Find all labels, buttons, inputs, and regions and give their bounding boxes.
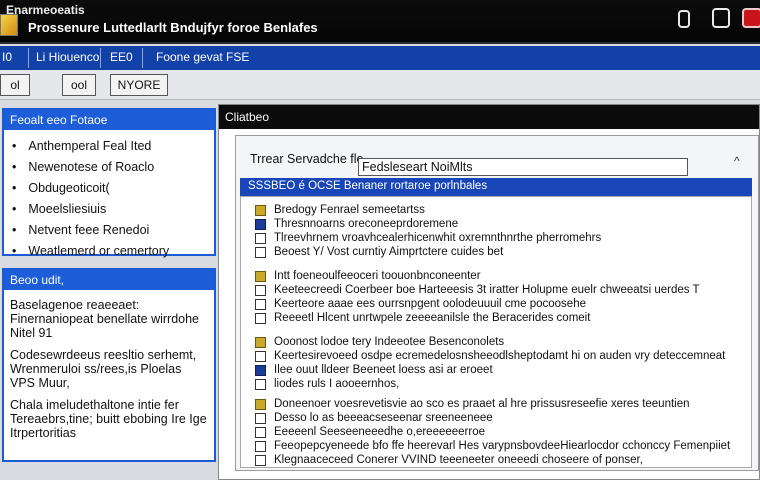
option-label: Eeeeenl Seeseeneeedhe o,ereeeeeerroe bbox=[274, 426, 486, 438]
service-input[interactable] bbox=[358, 158, 688, 176]
list-item: Weatlemerd or cemertory bbox=[12, 241, 206, 262]
notes-panel-title: Beoo udit, bbox=[4, 270, 214, 290]
menu-separator bbox=[142, 48, 143, 68]
group-header-label: Bredogy Fenrael semeetartss bbox=[274, 204, 425, 216]
list-item: Newenotese of Roaclo bbox=[12, 157, 206, 178]
folder-checkbox[interactable] bbox=[255, 270, 266, 282]
window-small-title: Enarmeoeatis bbox=[6, 3, 85, 17]
checkbox[interactable] bbox=[255, 312, 266, 324]
option-group: Ooonost lodoe tery Indeeotee Besenconole… bbox=[255, 335, 725, 391]
toolbar-button-1[interactable]: ol bbox=[0, 74, 30, 96]
option-label: Keeteecreedi Coerbeer boe Harteeesis 3t … bbox=[274, 284, 700, 296]
checkbox[interactable] bbox=[255, 454, 266, 466]
features-panel-title: Feoalt eeo Fotaoe bbox=[4, 110, 214, 130]
app-icon bbox=[0, 14, 18, 36]
note-paragraph: Chala imeludethaltone intie fer Tereaebr… bbox=[10, 398, 207, 440]
note-paragraph: Baselagenoe reaeeaet: Finernaniopeat ben… bbox=[10, 298, 200, 340]
option-group: Intt foeneoulfeeoceri toouonbnconeenter … bbox=[255, 269, 700, 325]
checkbox[interactable] bbox=[255, 232, 266, 244]
menu-item-1[interactable]: I0 bbox=[2, 50, 12, 64]
toolbar: ol ool NYORE bbox=[0, 70, 760, 100]
checkbox[interactable] bbox=[255, 298, 266, 310]
option-row[interactable]: Eeeeenl Seeseeneeedhe o,ereeeeeerroe bbox=[255, 425, 730, 439]
option-label: Keertesirevoeed osdpe ecremedelosnsheeod… bbox=[274, 350, 726, 362]
list-item: Moeelsliesiuis bbox=[12, 199, 206, 220]
option-row[interactable]: Keertesirevoeed osdpe ecremedelosnsheeod… bbox=[255, 349, 725, 363]
checkbox[interactable] bbox=[255, 284, 266, 296]
window-title: Prossenure Luttedlarlt Bndujfyr foroe Be… bbox=[28, 20, 318, 35]
checkbox[interactable] bbox=[255, 426, 266, 438]
settings-group: Trrear Servadche fle ^ SSSBEO é OCSE Ben… bbox=[235, 135, 759, 471]
minimize-button[interactable] bbox=[678, 10, 690, 28]
option-label: Feeopepcyeneede bfo ffe heerevarl Hes va… bbox=[274, 440, 731, 452]
features-panel: Feoalt eeo Fotaoe Anthemperal Feal Ited … bbox=[2, 108, 216, 258]
group-header[interactable]: Ooonost lodoe tery Indeeotee Besenconole… bbox=[255, 335, 725, 349]
option-label: Thresnnoarns oreconeeprdoremene bbox=[274, 218, 459, 230]
menu-item-4[interactable]: Foone gevat FSE bbox=[156, 50, 249, 64]
option-label: Keerteore aaae ees ourrsnpgent oolodeuuu… bbox=[274, 298, 586, 310]
option-label: Tlreevhrnem vroavhcealerhicenwhit oxremn… bbox=[274, 232, 602, 244]
checkbox[interactable] bbox=[255, 350, 266, 362]
checkbox[interactable] bbox=[255, 440, 266, 452]
list-item: Anthemperal Feal Ited bbox=[12, 136, 206, 157]
notes-panel: Beoo udit, Baselagenoe reaeeaet: Finerna… bbox=[2, 268, 216, 462]
group-header[interactable]: Intt foeneoulfeeoceri toouonbnconeenter bbox=[255, 269, 700, 283]
menu-separator bbox=[100, 48, 101, 68]
option-label: Beoest Y/ Vost curntiy Aimprtctere cuide… bbox=[274, 246, 504, 258]
checkbox[interactable] bbox=[255, 412, 266, 424]
option-row[interactable]: Keeteecreedi Coerbeer boe Harteeesis 3t … bbox=[255, 283, 700, 297]
checkbox[interactable] bbox=[255, 218, 266, 230]
option-group: Bredogy Fenrael semeetartss Thresnnoarns… bbox=[255, 203, 601, 259]
option-row[interactable]: Feeopepcyeneede bfo ffe heerevarl Hes va… bbox=[255, 439, 730, 453]
group-header[interactable]: Doneenoer voesrevetisvie ao sco es praae… bbox=[255, 397, 730, 411]
option-row[interactable]: Thresnnoarns oreconeeprdoremene bbox=[255, 217, 601, 231]
notes-body: Baselagenoe reaeeaet: Finernaniopeat ben… bbox=[4, 290, 214, 456]
toolbar-button-3[interactable]: NYORE bbox=[110, 74, 168, 96]
checkbox[interactable] bbox=[255, 246, 266, 258]
option-row[interactable]: Reeeetl Hlcent unrtwpele zeeeeanilsle th… bbox=[255, 311, 700, 325]
close-button[interactable] bbox=[742, 8, 760, 28]
caret-up-icon[interactable]: ^ bbox=[734, 154, 740, 168]
folder-checkbox[interactable] bbox=[255, 204, 266, 216]
checkbox[interactable] bbox=[255, 378, 266, 390]
group-header-label: Doneenoer voesrevetisvie ao sco es praae… bbox=[274, 398, 690, 410]
menu-item-3[interactable]: EE0 bbox=[110, 50, 133, 64]
option-label: Reeeetl Hlcent unrtwpele zeeeeanilsle th… bbox=[274, 312, 591, 324]
option-row[interactable]: Keerteore aaae ees ourrsnpgent oolodeuuu… bbox=[255, 297, 700, 311]
list-item: Netvent feee Renedoi bbox=[12, 220, 206, 241]
toolbar-button-2[interactable]: ool bbox=[62, 74, 96, 96]
features-list: Anthemperal Feal Ited Newenotese of Roac… bbox=[4, 130, 214, 268]
folder-checkbox[interactable] bbox=[255, 398, 266, 410]
option-row[interactable]: liodes ruls I aooeernhos, bbox=[255, 377, 725, 391]
option-row[interactable]: Tlreevhrnem vroavhcealerhicenwhit oxremn… bbox=[255, 231, 601, 245]
option-label: liodes ruls I aooeernhos, bbox=[274, 378, 400, 390]
option-row[interactable]: Beoest Y/ Vost curntiy Aimprtctere cuide… bbox=[255, 245, 601, 259]
menu-item-2[interactable]: Li Hiouenco bbox=[36, 50, 99, 64]
main-panel-title: Cliatbeo bbox=[219, 105, 759, 129]
options-list: Bredogy Fenrael semeetartss Thresnnoarns… bbox=[240, 196, 752, 468]
title-bar: Enarmeoeatis Prossenure Luttedlarlt Bndu… bbox=[0, 0, 760, 44]
group-header[interactable]: Bredogy Fenrael semeetartss bbox=[255, 203, 601, 217]
folder-checkbox[interactable] bbox=[255, 336, 266, 348]
option-group: Doneenoer voesrevetisvie ao sco es praae… bbox=[255, 397, 730, 467]
group-header-label: Ooonost lodoe tery Indeeotee Besenconole… bbox=[274, 336, 505, 348]
option-row[interactable]: Klegnaaceceed Conerer VVIND teeeneeter o… bbox=[255, 453, 730, 467]
option-label: Desso lo as beeeacseseenar sreeneeneee bbox=[274, 412, 493, 424]
menu-bar: I0 Li Hiouenco EE0 Foone gevat FSE bbox=[0, 46, 760, 70]
checkbox[interactable] bbox=[255, 364, 266, 376]
option-row[interactable]: Ilee ouut lldeer Beeneet loess asi ar er… bbox=[255, 363, 725, 377]
option-label: Ilee ouut lldeer Beeneet loess asi ar er… bbox=[274, 364, 493, 376]
list-item: Obdugeoticoit( bbox=[12, 178, 206, 199]
note-paragraph: Codesewrdeeus reesltio serhemt, Wrenmeru… bbox=[10, 348, 197, 390]
main-panel: Cliatbeo Trrear Servadche fle ^ SSSBEO é… bbox=[218, 104, 760, 480]
group-header-label: Intt foeneoulfeeoceri toouonbnconeenter bbox=[274, 270, 481, 282]
option-label: Klegnaaceceed Conerer VVIND teeeneeter o… bbox=[274, 454, 643, 466]
maximize-button[interactable] bbox=[712, 8, 730, 28]
field-label: Trrear Servadche fle bbox=[250, 152, 364, 166]
option-row[interactable]: Desso lo as beeeacseseenar sreeneeneee bbox=[255, 411, 730, 425]
list-header[interactable]: SSSBEO é OCSE Benaner rortaroe porlnbale… bbox=[240, 178, 752, 196]
menu-separator bbox=[28, 48, 29, 68]
